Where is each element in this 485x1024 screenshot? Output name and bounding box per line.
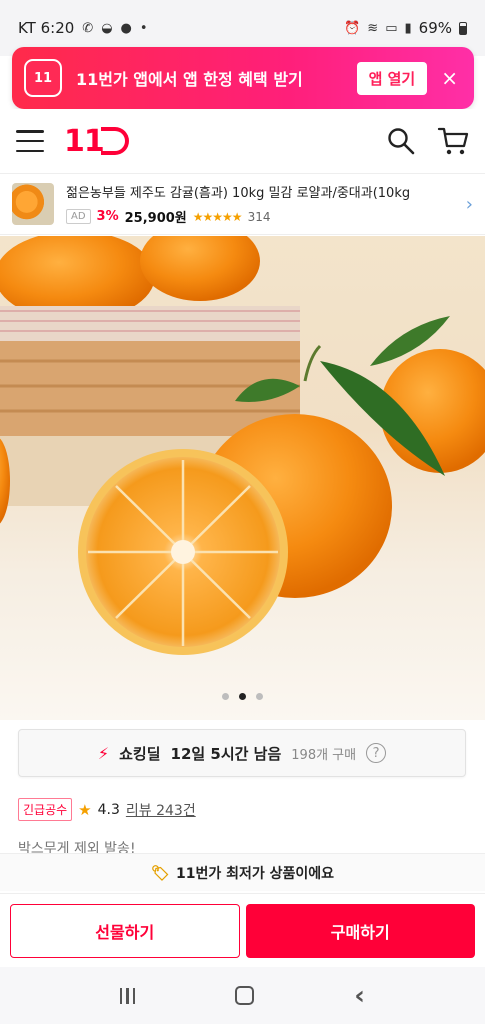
close-icon[interactable]: × — [441, 66, 458, 90]
ad-rating-stars: ★★★★★ — [192, 209, 243, 224]
app-logo-icon: 11 — [24, 59, 62, 97]
logo-text: 11 — [64, 123, 105, 159]
reviews-link[interactable]: 리뷰 243건 — [126, 800, 196, 820]
banner-message: 11번가 앱에서 앱 한정 혜택 받기 — [76, 70, 303, 89]
urgent-badge: 긴급공수 — [18, 798, 73, 821]
shocking-deal-icon: ⚡ — [97, 743, 110, 763]
rating-value: 4.3 — [97, 801, 120, 818]
rating-row: 긴급공수 ★ 4.3 리뷰 243건 — [18, 798, 196, 821]
lowest-price-text: 11번가 최저가 상품이에요 — [176, 865, 335, 882]
product-image-carousel[interactable] — [0, 236, 485, 720]
bowl-icon: ◒ — [101, 20, 113, 36]
call-icon: ✆ — [82, 20, 94, 36]
carousel-indicator — [0, 693, 485, 700]
home-icon[interactable] — [235, 986, 255, 1005]
ad-price: 25,900원 — [124, 211, 187, 226]
deal-time-left: 12일 5시간 남음 — [170, 744, 282, 763]
carousel-dot[interactable] — [222, 693, 229, 700]
cart-icon[interactable] — [437, 126, 469, 156]
system-nav-bar: ‹ — [0, 967, 485, 1024]
eats-icon: ● — [120, 20, 132, 36]
hd-icon: ▭ — [385, 20, 398, 36]
deal-sold-count: 198개 구매 — [291, 747, 357, 763]
ad-badge: AD — [66, 209, 91, 224]
lowest-price-banner: 🏷 11번가 최저가 상품이에요 — [0, 853, 485, 891]
carousel-dot[interactable] — [256, 693, 263, 700]
star-icon: ★ — [78, 800, 92, 819]
site-logo[interactable]: 11 — [64, 124, 129, 159]
top-header: 11 — [0, 109, 485, 173]
ad-discount: 3% — [96, 209, 119, 224]
logo-arrow-icon — [100, 127, 129, 155]
tag-icon: 🏷 — [150, 863, 170, 882]
product-photo — [0, 236, 485, 655]
ad-product-strip[interactable]: 젊은농부들 제주도 감귤(흠과) 10kg 밀감 로얄과/중대과(10kg AD… — [0, 173, 485, 235]
open-app-button[interactable]: 앱 열기 — [356, 61, 428, 95]
alarm-icon: ⏰ — [344, 20, 361, 36]
battery-icon — [459, 21, 467, 35]
battery-percent: 69% — [418, 19, 452, 37]
ad-title: 젊은농부들 제주도 감귤(흠과) 10kg 밀감 로얄과/중대과(10kg — [66, 186, 411, 201]
recent-apps-icon[interactable] — [119, 987, 136, 1004]
carrier-time: KT 6:20 — [18, 19, 75, 37]
gift-button[interactable]: 선물하기 — [10, 903, 240, 958]
deal-label: 쇼킹딜 — [119, 744, 161, 763]
carousel-dot-active[interactable] — [239, 693, 246, 700]
wifi-icon: ≋ — [367, 20, 379, 36]
shocking-deal-box: ⚡ 쇼킹딜 12일 5시간 남음 198개 구매 ? — [18, 729, 466, 777]
ad-review-count: 314 — [247, 209, 271, 224]
chevron-right-icon: › — [465, 193, 473, 215]
bottom-action-bar: 선물하기 구매하기 — [0, 893, 485, 967]
help-icon[interactable]: ? — [366, 743, 387, 763]
signal-icon: ▮ — [404, 20, 412, 36]
notification-dot-icon: • — [139, 20, 148, 36]
app-install-banner[interactable]: 11 11번가 앱에서 앱 한정 혜택 받기 앱 열기 × — [12, 47, 474, 109]
ad-thumbnail — [12, 183, 54, 225]
buy-button[interactable]: 구매하기 — [245, 903, 475, 958]
menu-icon[interactable] — [16, 130, 44, 152]
back-icon[interactable]: ‹ — [354, 981, 365, 1011]
search-icon[interactable] — [387, 127, 415, 155]
